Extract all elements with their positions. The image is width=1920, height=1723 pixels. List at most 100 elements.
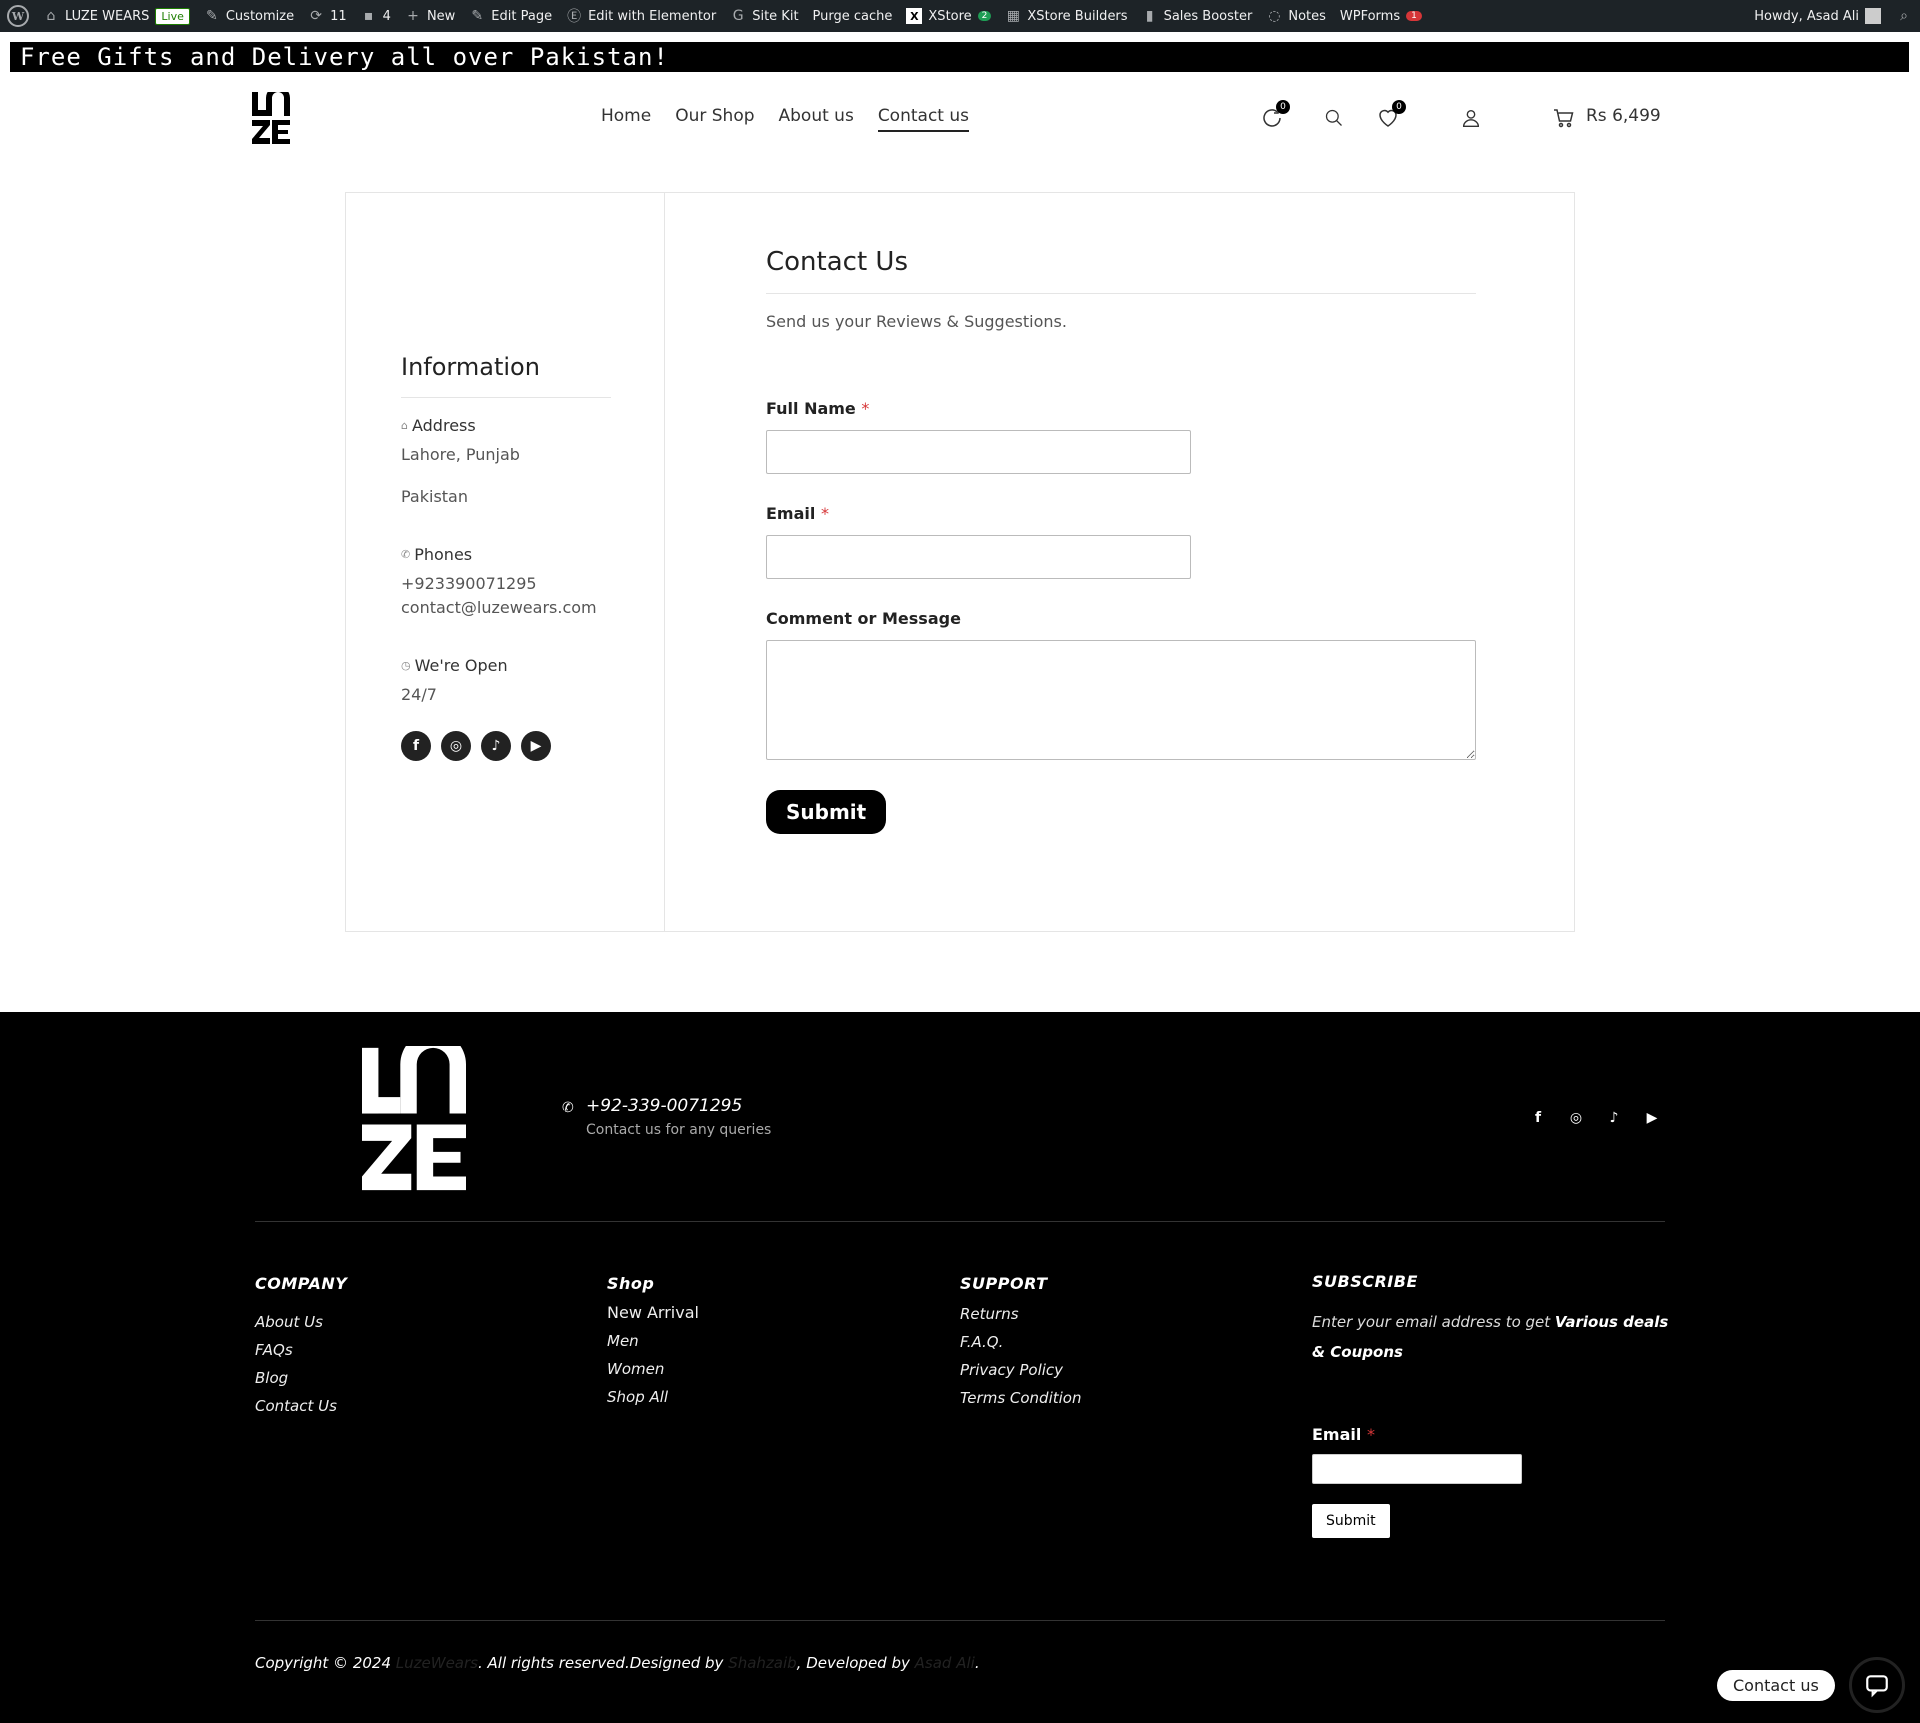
- admin-updates[interactable]: ⟳ 11: [301, 0, 354, 32]
- copyright-prefix: Copyright © 2024: [255, 1654, 396, 1672]
- info-phone[interactable]: +923390071295: [401, 572, 611, 596]
- admin-comments[interactable]: ▪ 4: [354, 0, 398, 32]
- required-mark: *: [820, 504, 829, 523]
- site-footer: ✆ +92-339-0071295 Contact us for any que…: [0, 1012, 1920, 1723]
- open-value: 24/7: [401, 685, 437, 704]
- instagram-icon[interactable]: ◎: [441, 731, 471, 761]
- footer-link-women[interactable]: Women: [607, 1360, 699, 1378]
- admin-edit-page[interactable]: ✎ Edit Page: [462, 0, 559, 32]
- admin-edit-elementor[interactable]: Ⓔ Edit with Elementor: [559, 0, 723, 32]
- live-badge: Live: [155, 7, 190, 25]
- subscribe-email-input[interactable]: [1312, 1454, 1522, 1484]
- admin-site-kit[interactable]: G Site Kit: [723, 0, 805, 32]
- promo-banner: Free Gifts and Delivery all over Pakista…: [10, 42, 1909, 72]
- footer-phone[interactable]: +92-339-0071295: [586, 1096, 771, 1116]
- admin-notes[interactable]: ◌ Notes: [1259, 0, 1333, 32]
- footer-link-privacy[interactable]: Privacy Policy: [960, 1361, 1081, 1379]
- footer-link-blog[interactable]: Blog: [255, 1369, 347, 1387]
- facebook-icon[interactable]: f: [401, 731, 431, 761]
- footer-link-about[interactable]: About Us: [255, 1313, 347, 1331]
- full-name-label: Full Name *: [766, 399, 1476, 418]
- admin-account[interactable]: Howdy, Asad Ali: [1747, 0, 1888, 32]
- nav-our-shop[interactable]: Our Shop: [675, 106, 754, 132]
- information-title: Information: [401, 353, 611, 398]
- copyright-designer-link[interactable]: Shahzaib: [728, 1654, 796, 1672]
- copyright-suffix: .: [974, 1654, 980, 1672]
- open-heading: ◷ We're Open: [401, 656, 611, 675]
- cart-icon[interactable]: [1550, 104, 1578, 132]
- information-panel: Information ⌂ Address Lahore, Punjab Pak…: [401, 353, 611, 761]
- footer-link-contact[interactable]: Contact Us: [255, 1397, 347, 1415]
- admin-customize[interactable]: ✎ Customize: [197, 0, 301, 32]
- footer-link-men[interactable]: Men: [607, 1332, 699, 1350]
- admin-site-name[interactable]: ⌂ LUZE WEARS Live: [36, 0, 197, 32]
- admin-purge-cache[interactable]: Purge cache: [806, 0, 900, 32]
- cart-total[interactable]: Rs 6,499: [1586, 106, 1661, 126]
- required-mark: *: [861, 399, 870, 418]
- nav-home[interactable]: Home: [601, 106, 651, 132]
- compare-icon[interactable]: 0: [1258, 100, 1290, 132]
- edit-page-label: Edit Page: [491, 8, 553, 24]
- instagram-icon[interactable]: ◎: [1568, 1110, 1584, 1126]
- phones-label: Phones: [414, 545, 473, 564]
- tiktok-icon[interactable]: ♪: [481, 731, 511, 761]
- shop-title: Shop: [607, 1274, 655, 1293]
- copyright-brand-link[interactable]: LuzeWears: [396, 1654, 478, 1672]
- facebook-icon[interactable]: f: [1530, 1110, 1546, 1126]
- footer-link-shop-all[interactable]: Shop All: [607, 1388, 699, 1406]
- youtube-icon[interactable]: ▶: [1644, 1110, 1660, 1126]
- footer-subscribe: SUBSCRIBE Enter your email address to ge…: [1312, 1272, 1672, 1538]
- youtube-icon[interactable]: ▶: [521, 731, 551, 761]
- elementor-icon: Ⓔ: [567, 9, 582, 25]
- speech-bubble-icon: ◌: [1268, 8, 1281, 24]
- xstore-count: 2: [977, 11, 992, 21]
- howdy-label: Howdy, Asad Ali: [1754, 8, 1859, 24]
- customize-label: Customize: [225, 8, 295, 24]
- wishlist-count-badge: 0: [1392, 100, 1406, 114]
- message-textarea[interactable]: [766, 640, 1476, 760]
- info-email[interactable]: contact@luzewears.com: [401, 596, 611, 620]
- sales-booster-label: Sales Booster: [1163, 8, 1253, 24]
- footer-link-faq[interactable]: F.A.Q.: [960, 1333, 1081, 1351]
- updates-count: 11: [330, 8, 347, 24]
- subscribe-text-prefix: Enter your email address to get: [1312, 1313, 1555, 1331]
- footer-link-new-arrival[interactable]: New Arrival: [607, 1303, 699, 1322]
- footer-logo[interactable]: [362, 1046, 466, 1192]
- compare-count-badge: 0: [1276, 100, 1290, 114]
- phones-heading: ✆ Phones: [401, 545, 611, 564]
- nav-about-us[interactable]: About us: [779, 106, 854, 132]
- footer-bottom-divider: [255, 1620, 1665, 1621]
- footer-shop: Shop New Arrival Men Women Shop All: [607, 1274, 699, 1416]
- new-label: New: [426, 8, 456, 24]
- full-name-input[interactable]: [766, 430, 1191, 474]
- nav-contact-us[interactable]: Contact us: [877, 106, 969, 132]
- tiktok-icon[interactable]: ♪: [1606, 1110, 1622, 1126]
- site-name-label: LUZE WEARS: [65, 8, 150, 24]
- submit-button[interactable]: Submit: [766, 790, 887, 834]
- copyright-developer-link[interactable]: Asad Ali: [915, 1654, 975, 1672]
- admin-new[interactable]: + New: [398, 0, 462, 32]
- chat-label[interactable]: Contact us: [1717, 1669, 1835, 1701]
- subscribe-submit-button[interactable]: Submit: [1312, 1504, 1390, 1538]
- clock-icon: ◷: [401, 659, 411, 672]
- wordpress-logo[interactable]: W: [0, 0, 36, 32]
- search-icon[interactable]: ⌕: [1896, 8, 1912, 24]
- email-input[interactable]: [766, 535, 1191, 579]
- admin-wpforms[interactable]: WPForms 1: [1333, 0, 1429, 32]
- info-social-links: f ◎ ♪ ▶: [401, 731, 611, 761]
- admin-xstore-builders[interactable]: ▦ XStore Builders: [998, 0, 1134, 32]
- footer-link-returns[interactable]: Returns: [960, 1305, 1081, 1323]
- site-logo[interactable]: [252, 92, 290, 144]
- search-icon[interactable]: [1320, 104, 1348, 132]
- comments-count: 4: [382, 8, 391, 24]
- footer-link-faqs[interactable]: FAQs: [255, 1341, 347, 1359]
- admin-sales-booster[interactable]: ▮ Sales Booster: [1135, 0, 1260, 32]
- wishlist-icon[interactable]: 0: [1374, 100, 1406, 132]
- subscribe-email-label: Email *: [1312, 1425, 1672, 1444]
- copyright: Copyright © 2024 LuzeWears. All rights r…: [255, 1654, 980, 1672]
- chat-button[interactable]: [1848, 1657, 1905, 1713]
- admin-bar: W ⌂ LUZE WEARS Live ✎ Customize ⟳ 11 ▪ 4…: [0, 0, 1920, 32]
- user-icon[interactable]: [1457, 104, 1485, 132]
- admin-xstore[interactable]: X XStore 2: [899, 0, 998, 32]
- footer-link-terms[interactable]: Terms Condition: [960, 1389, 1081, 1407]
